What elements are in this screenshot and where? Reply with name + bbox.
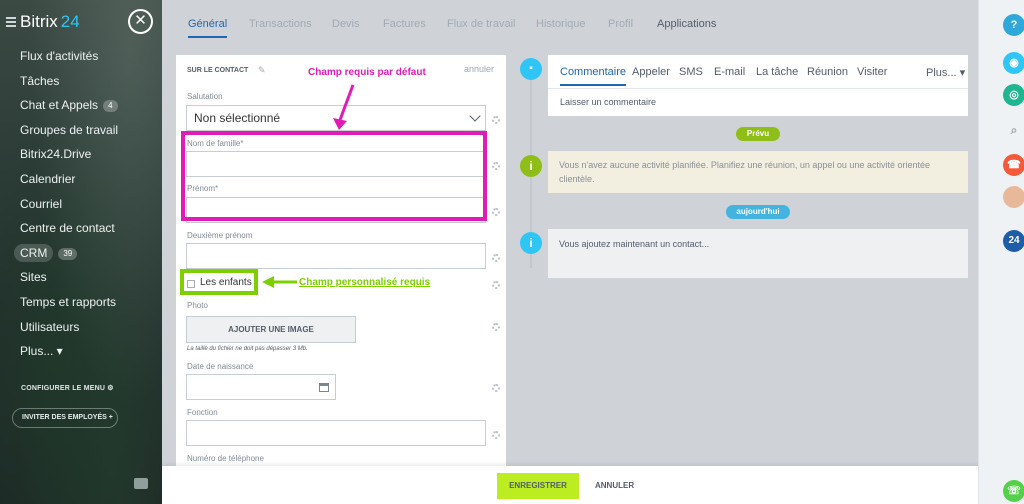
chat-icon[interactable]: ◎ <box>1003 84 1024 106</box>
help-icon[interactable]: ? <box>1003 14 1024 36</box>
avatar[interactable] <box>1003 186 1024 208</box>
editor-tab-more[interactable]: Plus... ▾ <box>926 66 965 79</box>
editor-tab-comment[interactable]: Commentaire <box>560 66 627 86</box>
info-icon: i <box>520 155 542 177</box>
green-arrow-icon <box>262 276 297 288</box>
planned-badge: Prévu <box>736 127 780 141</box>
activity-editor: Commentaire Appeler SMS E-mail La tâche … <box>548 55 968 116</box>
planned-note-text: Vous n'avez aucune activité planifiée. P… <box>559 160 930 184</box>
search-icon[interactable]: ⌕ <box>1003 119 1024 141</box>
editor-divider <box>548 88 968 89</box>
today-activity-box: Vous ajoutez maintenant un contact... <box>548 229 968 278</box>
phone-icon[interactable]: ☏ <box>1003 480 1024 502</box>
comment-icon: ▪ <box>520 58 542 80</box>
comment-input[interactable]: Laisser un commentaire <box>560 97 656 107</box>
cancel-button[interactable]: ANNULER <box>595 473 634 499</box>
info-icon: i <box>520 232 542 254</box>
notification-bell-icon[interactable]: ◉ <box>1003 52 1024 74</box>
phone-call-icon[interactable]: ☎ <box>1003 154 1024 176</box>
pink-arrow-icon <box>333 84 355 130</box>
right-toolbar: ? ◉ ◎ ⌕ ☎ 24 ☏ <box>978 0 1024 504</box>
editor-tab-task[interactable]: La tâche <box>756 66 798 78</box>
today-badge: aujourd'hui <box>726 205 790 219</box>
editor-tab-email[interactable]: E-mail <box>714 66 745 78</box>
form-footer: ENREGISTRER ANNULER <box>162 466 978 504</box>
planned-activities-note: Vous n'avez aucune activité planifiée. P… <box>548 151 968 193</box>
editor-tab-visit[interactable]: Visiter <box>857 66 887 78</box>
editor-tab-call[interactable]: Appeler <box>632 66 670 78</box>
save-button[interactable]: ENREGISTRER <box>497 473 579 499</box>
editor-tab-sms[interactable]: SMS <box>679 66 703 78</box>
bitrix24-icon[interactable]: 24 <box>1003 230 1024 252</box>
editor-tab-meeting[interactable]: Réunion <box>807 66 848 78</box>
today-note-text: Vous ajoutez maintenant un contact... <box>559 239 710 249</box>
